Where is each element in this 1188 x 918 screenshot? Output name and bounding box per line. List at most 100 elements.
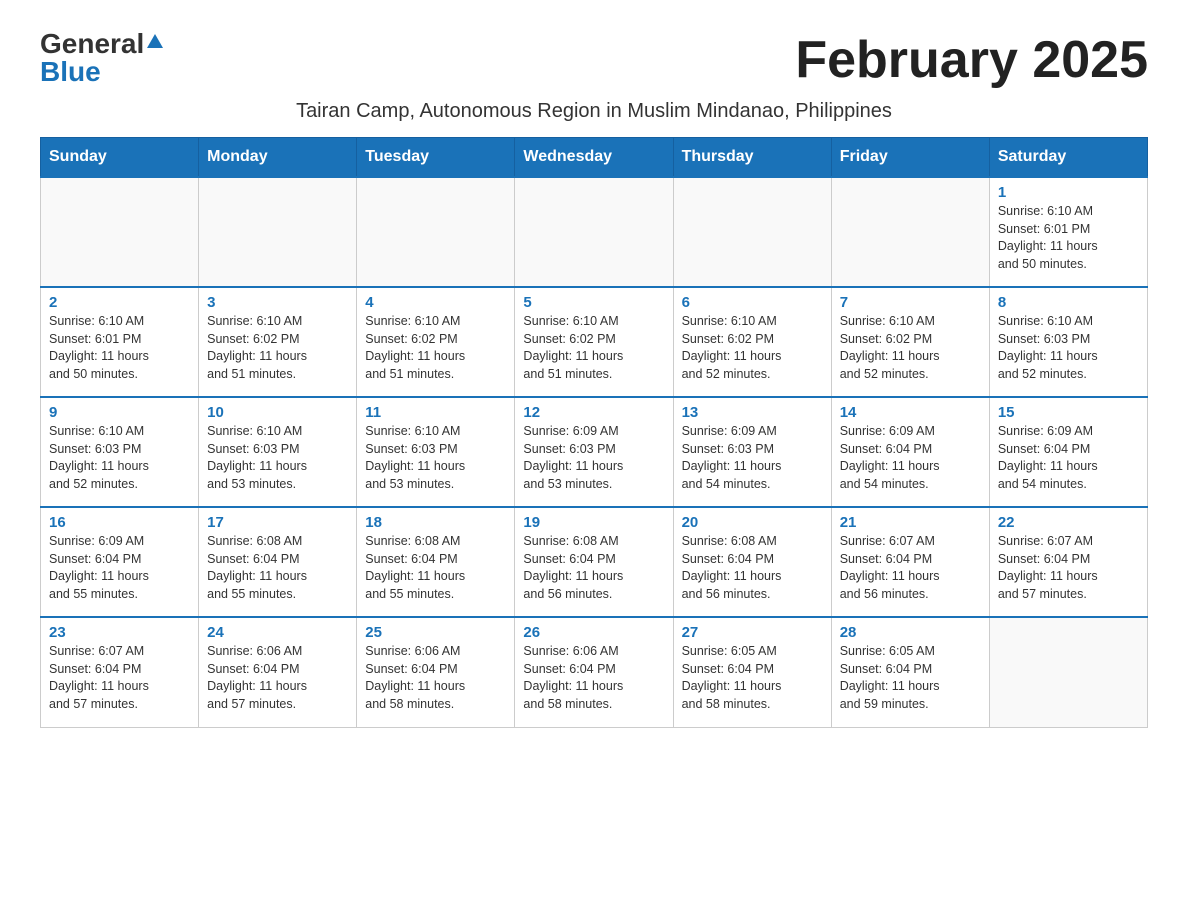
day-number: 17 bbox=[207, 514, 348, 531]
col-friday: Friday bbox=[831, 138, 989, 178]
week-row-1: 1 Sunrise: 6:10 AM Sunset: 6:01 PM Daylig… bbox=[41, 177, 1148, 287]
day-number: 11 bbox=[365, 404, 506, 421]
calendar-cell: 11 Sunrise: 6:10 AM Sunset: 6:03 PM Dayli… bbox=[357, 397, 515, 507]
day-number: 2 bbox=[49, 294, 190, 311]
calendar-cell bbox=[831, 177, 989, 287]
day-number: 25 bbox=[365, 624, 506, 641]
calendar-cell: 17 Sunrise: 6:08 AM Sunset: 6:04 PM Dayli… bbox=[199, 507, 357, 617]
calendar-cell: 3 Sunrise: 6:10 AM Sunset: 6:02 PM Daylig… bbox=[199, 287, 357, 397]
day-number: 14 bbox=[840, 404, 981, 421]
day-info: Sunrise: 6:09 AM Sunset: 6:04 PM Dayligh… bbox=[840, 423, 981, 493]
day-number: 7 bbox=[840, 294, 981, 311]
day-number: 20 bbox=[682, 514, 823, 531]
calendar-cell: 16 Sunrise: 6:09 AM Sunset: 6:04 PM Dayli… bbox=[41, 507, 199, 617]
logo: General Blue bbox=[40, 30, 163, 86]
logo-blue-text: Blue bbox=[40, 58, 101, 86]
calendar-cell bbox=[41, 177, 199, 287]
day-info: Sunrise: 6:10 AM Sunset: 6:02 PM Dayligh… bbox=[523, 313, 664, 383]
day-info: Sunrise: 6:08 AM Sunset: 6:04 PM Dayligh… bbox=[365, 533, 506, 603]
calendar-cell: 14 Sunrise: 6:09 AM Sunset: 6:04 PM Dayli… bbox=[831, 397, 989, 507]
week-row-2: 2 Sunrise: 6:10 AM Sunset: 6:01 PM Daylig… bbox=[41, 287, 1148, 397]
day-number: 10 bbox=[207, 404, 348, 421]
calendar-cell: 1 Sunrise: 6:10 AM Sunset: 6:01 PM Daylig… bbox=[989, 177, 1147, 287]
calendar-cell: 25 Sunrise: 6:06 AM Sunset: 6:04 PM Dayli… bbox=[357, 617, 515, 727]
day-info: Sunrise: 6:08 AM Sunset: 6:04 PM Dayligh… bbox=[682, 533, 823, 603]
week-row-3: 9Sunrise: 6:10 AM Sunset: 6:03 PM Daylig… bbox=[41, 397, 1148, 507]
calendar-cell bbox=[673, 177, 831, 287]
calendar-cell: 23 Sunrise: 6:07 AM Sunset: 6:04 PM Dayli… bbox=[41, 617, 199, 727]
day-info: Sunrise: 6:09 AM Sunset: 6:03 PM Dayligh… bbox=[523, 423, 664, 493]
day-number: 16 bbox=[49, 514, 190, 531]
day-info: Sunrise: 6:10 AM Sunset: 6:02 PM Dayligh… bbox=[365, 313, 506, 383]
col-sunday: Sunday bbox=[41, 138, 199, 178]
calendar-cell: 2 Sunrise: 6:10 AM Sunset: 6:01 PM Daylig… bbox=[41, 287, 199, 397]
day-info: Sunrise: 6:07 AM Sunset: 6:04 PM Dayligh… bbox=[49, 643, 190, 713]
calendar-header-row: Sunday Monday Tuesday Wednesday Thursday… bbox=[41, 138, 1148, 178]
day-info: Sunrise: 6:10 AM Sunset: 6:03 PM Dayligh… bbox=[207, 423, 348, 493]
day-info: Sunrise: 6:10 AM Sunset: 6:03 PM Dayligh… bbox=[365, 423, 506, 493]
calendar-cell: 12 Sunrise: 6:09 AM Sunset: 6:03 PM Dayli… bbox=[515, 397, 673, 507]
calendar-cell: 4 Sunrise: 6:10 AM Sunset: 6:02 PM Daylig… bbox=[357, 287, 515, 397]
day-number: 27 bbox=[682, 624, 823, 641]
day-info: Sunrise: 6:07 AM Sunset: 6:04 PM Dayligh… bbox=[998, 533, 1139, 603]
calendar-cell: 7Sunrise: 6:10 AM Sunset: 6:02 PM Daylig… bbox=[831, 287, 989, 397]
calendar-cell: 24Sunrise: 6:06 AM Sunset: 6:04 PM Dayli… bbox=[199, 617, 357, 727]
calendar-cell: 6 Sunrise: 6:10 AM Sunset: 6:02 PM Daylig… bbox=[673, 287, 831, 397]
day-info: Sunrise: 6:09 AM Sunset: 6:03 PM Dayligh… bbox=[682, 423, 823, 493]
day-number: 15 bbox=[998, 404, 1139, 421]
day-number: 21 bbox=[840, 514, 981, 531]
calendar-cell: 15Sunrise: 6:09 AM Sunset: 6:04 PM Dayli… bbox=[989, 397, 1147, 507]
calendar-cell: 9Sunrise: 6:10 AM Sunset: 6:03 PM Daylig… bbox=[41, 397, 199, 507]
col-wednesday: Wednesday bbox=[515, 138, 673, 178]
day-number: 19 bbox=[523, 514, 664, 531]
day-info: Sunrise: 6:09 AM Sunset: 6:04 PM Dayligh… bbox=[49, 533, 190, 603]
day-info: Sunrise: 6:06 AM Sunset: 6:04 PM Dayligh… bbox=[523, 643, 664, 713]
day-info: Sunrise: 6:08 AM Sunset: 6:04 PM Dayligh… bbox=[207, 533, 348, 603]
day-number: 26 bbox=[523, 624, 664, 641]
calendar-cell: 8Sunrise: 6:10 AM Sunset: 6:03 PM Daylig… bbox=[989, 287, 1147, 397]
day-info: Sunrise: 6:10 AM Sunset: 6:03 PM Dayligh… bbox=[49, 423, 190, 493]
day-info: Sunrise: 6:10 AM Sunset: 6:02 PM Dayligh… bbox=[682, 313, 823, 383]
day-number: 22 bbox=[998, 514, 1139, 531]
col-thursday: Thursday bbox=[673, 138, 831, 178]
day-info: Sunrise: 6:05 AM Sunset: 6:04 PM Dayligh… bbox=[840, 643, 981, 713]
day-info: Sunrise: 6:05 AM Sunset: 6:04 PM Dayligh… bbox=[682, 643, 823, 713]
calendar-cell: 20 Sunrise: 6:08 AM Sunset: 6:04 PM Dayli… bbox=[673, 507, 831, 617]
day-number: 18 bbox=[365, 514, 506, 531]
calendar-cell: 10 Sunrise: 6:10 AM Sunset: 6:03 PM Dayli… bbox=[199, 397, 357, 507]
day-number: 13 bbox=[682, 404, 823, 421]
day-number: 1 bbox=[998, 184, 1139, 201]
day-info: Sunrise: 6:10 AM Sunset: 6:01 PM Dayligh… bbox=[49, 313, 190, 383]
col-saturday: Saturday bbox=[989, 138, 1147, 178]
calendar-cell bbox=[989, 617, 1147, 727]
day-number: 3 bbox=[207, 294, 348, 311]
day-info: Sunrise: 6:08 AM Sunset: 6:04 PM Dayligh… bbox=[523, 533, 664, 603]
day-number: 6 bbox=[682, 294, 823, 311]
page-header: General Blue February 2025 bbox=[40, 30, 1148, 90]
logo-triangle-icon bbox=[147, 34, 163, 48]
calendar-cell: 19 Sunrise: 6:08 AM Sunset: 6:04 PM Dayli… bbox=[515, 507, 673, 617]
day-number: 5 bbox=[523, 294, 664, 311]
calendar-cell: 22 Sunrise: 6:07 AM Sunset: 6:04 PM Dayli… bbox=[989, 507, 1147, 617]
calendar-cell: 5 Sunrise: 6:10 AM Sunset: 6:02 PM Daylig… bbox=[515, 287, 673, 397]
calendar-cell: 13 Sunrise: 6:09 AM Sunset: 6:03 PM Dayli… bbox=[673, 397, 831, 507]
calendar-cell: 21Sunrise: 6:07 AM Sunset: 6:04 PM Dayli… bbox=[831, 507, 989, 617]
day-number: 12 bbox=[523, 404, 664, 421]
day-number: 28 bbox=[840, 624, 981, 641]
week-row-5: 23 Sunrise: 6:07 AM Sunset: 6:04 PM Dayli… bbox=[41, 617, 1148, 727]
day-info: Sunrise: 6:10 AM Sunset: 6:01 PM Dayligh… bbox=[998, 203, 1139, 273]
calendar-cell: 27 Sunrise: 6:05 AM Sunset: 6:04 PM Dayli… bbox=[673, 617, 831, 727]
day-number: 4 bbox=[365, 294, 506, 311]
calendar-cell bbox=[199, 177, 357, 287]
col-tuesday: Tuesday bbox=[357, 138, 515, 178]
calendar-cell bbox=[357, 177, 515, 287]
logo-general-text: General bbox=[40, 30, 144, 58]
day-number: 8 bbox=[998, 294, 1139, 311]
day-info: Sunrise: 6:06 AM Sunset: 6:04 PM Dayligh… bbox=[365, 643, 506, 713]
day-number: 23 bbox=[49, 624, 190, 641]
calendar-cell: 26 Sunrise: 6:06 AM Sunset: 6:04 PM Dayli… bbox=[515, 617, 673, 727]
day-info: Sunrise: 6:10 AM Sunset: 6:02 PM Dayligh… bbox=[207, 313, 348, 383]
calendar-cell bbox=[515, 177, 673, 287]
calendar-cell: 28 Sunrise: 6:05 AM Sunset: 6:04 PM Dayli… bbox=[831, 617, 989, 727]
location-subtitle: Tairan Camp, Autonomous Region in Muslim… bbox=[40, 100, 1148, 123]
